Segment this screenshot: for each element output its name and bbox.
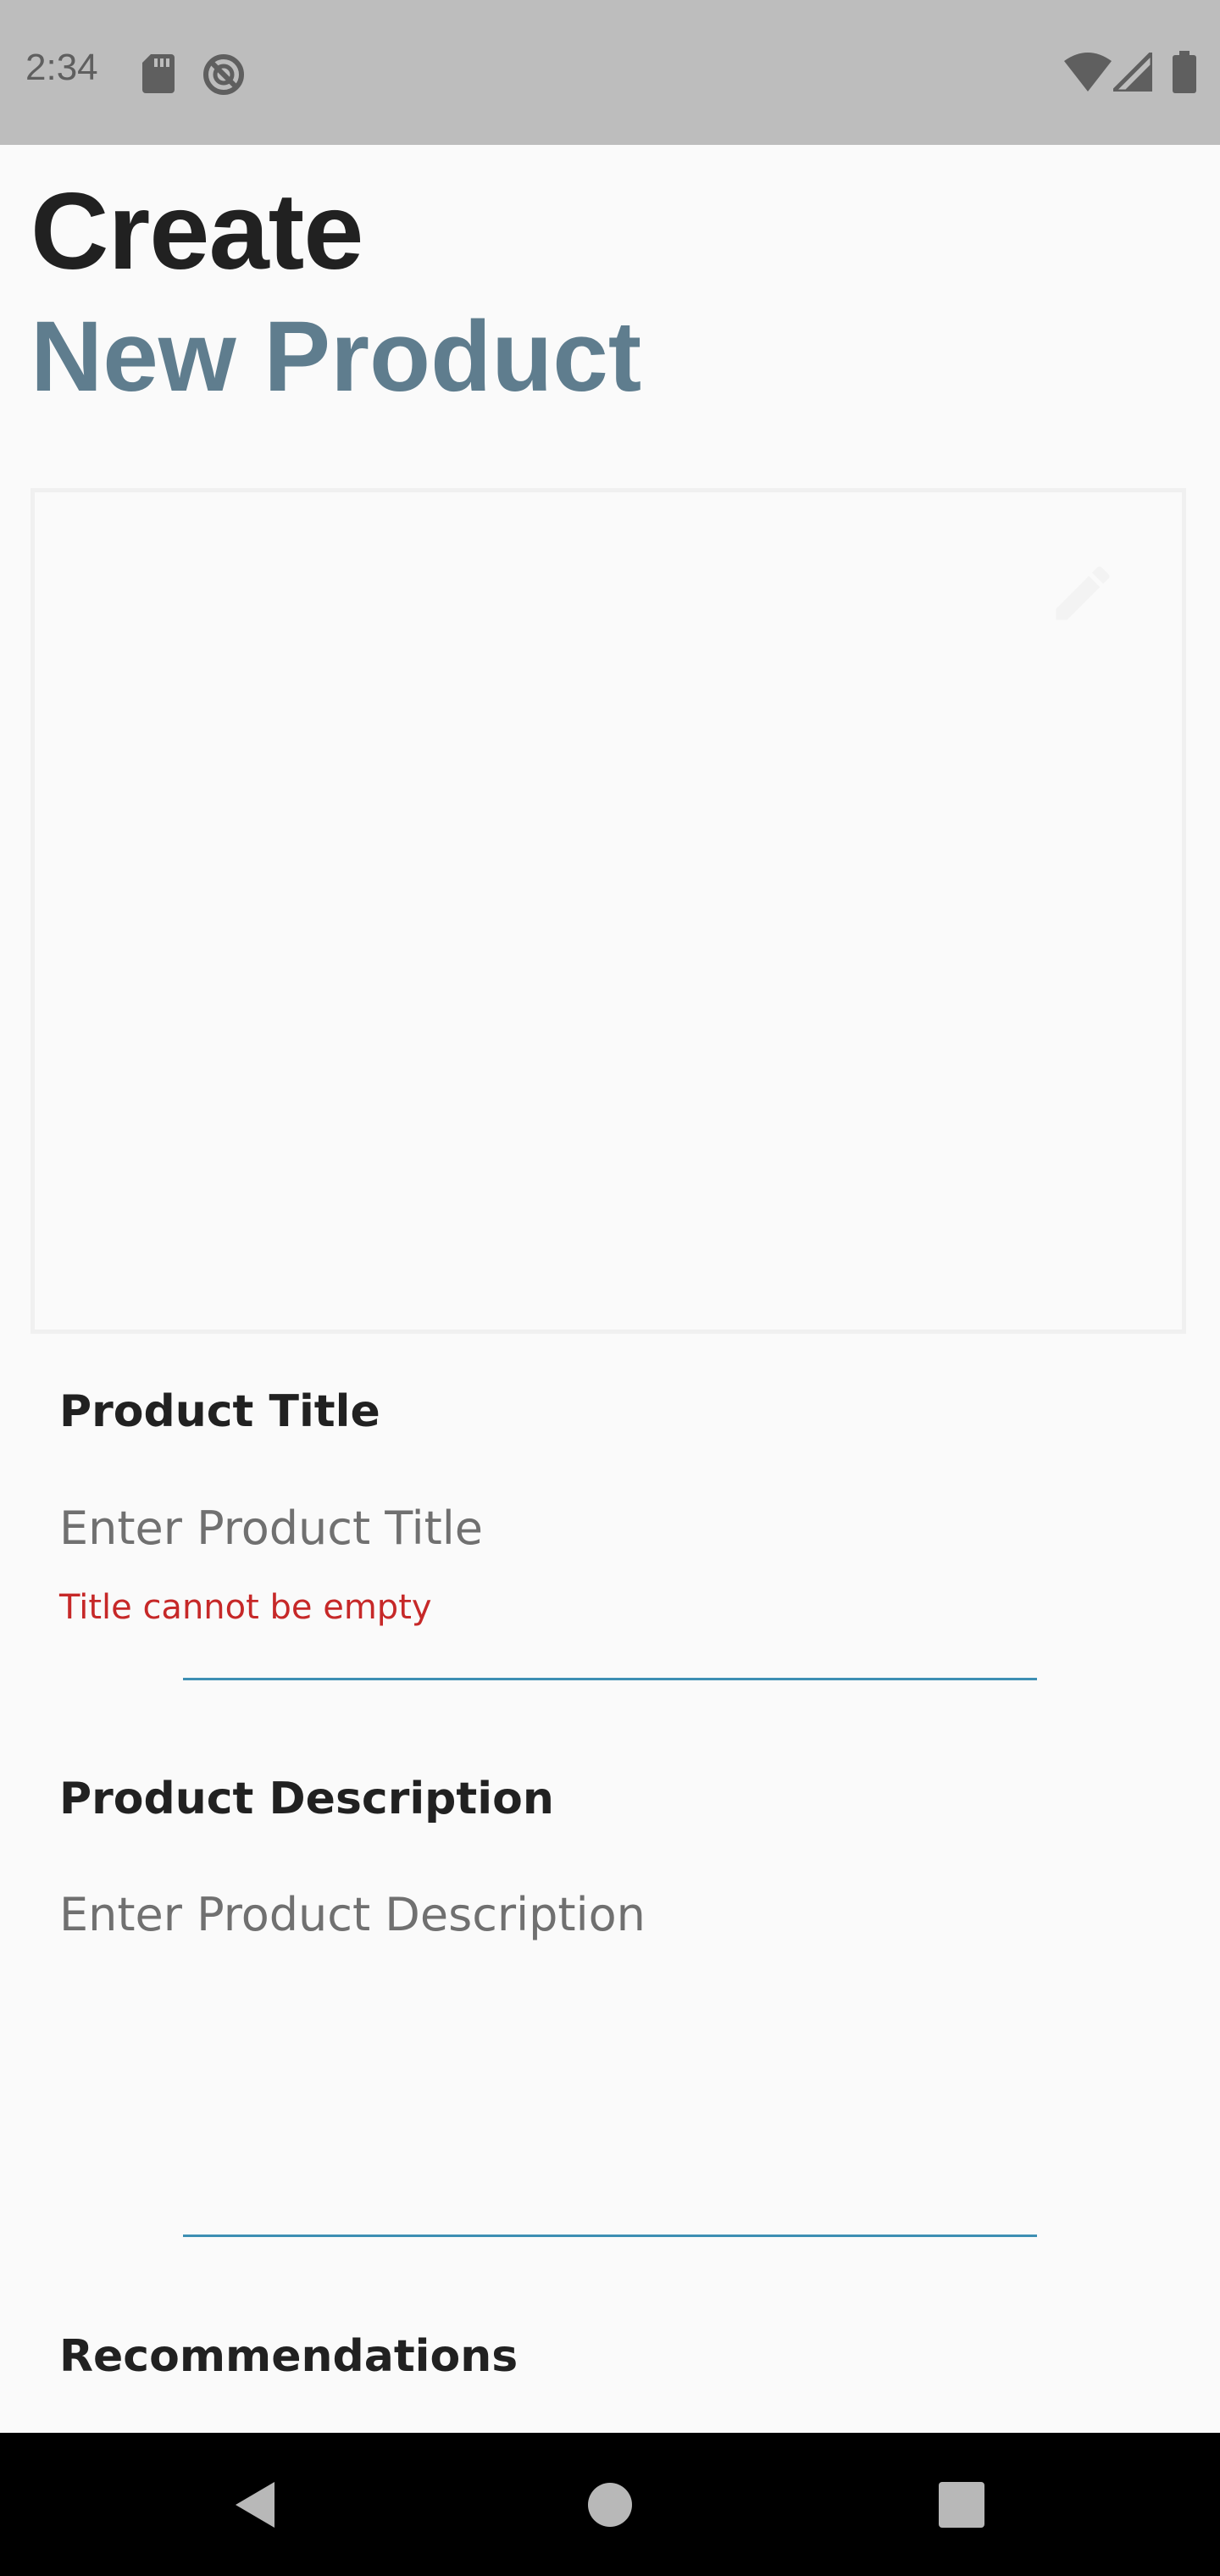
signal-icon — [1113, 53, 1152, 92]
status-bar: 2:34 — [0, 0, 1220, 145]
navigation-bar — [0, 2433, 1220, 2576]
edit-icon[interactable] — [1047, 558, 1118, 629]
sd-card-icon — [142, 54, 175, 93]
product-description-input[interactable] — [59, 1885, 1161, 2190]
product-title-label: Product Title — [59, 1386, 380, 1437]
do-not-disturb-icon — [202, 53, 246, 97]
product-description-underline — [183, 2235, 1037, 2237]
page-title: Create — [30, 171, 363, 292]
product-image-picker[interactable] — [30, 488, 1186, 1334]
product-title-error: Title cannot be empty — [59, 1588, 432, 1627]
product-description-label: Product Description — [59, 1774, 554, 1824]
product-title-input[interactable] — [59, 1498, 1161, 1557]
page-subtitle: New Product — [30, 301, 642, 413]
home-icon[interactable] — [572, 2467, 648, 2543]
recents-icon[interactable] — [923, 2467, 1000, 2543]
product-title-underline — [183, 1678, 1037, 1680]
wifi-icon — [1064, 53, 1112, 92]
recommendations-label: Recommendations — [59, 2331, 518, 2382]
status-time: 2:34 — [25, 47, 98, 88]
battery-icon — [1173, 51, 1196, 93]
back-icon[interactable] — [217, 2467, 293, 2543]
